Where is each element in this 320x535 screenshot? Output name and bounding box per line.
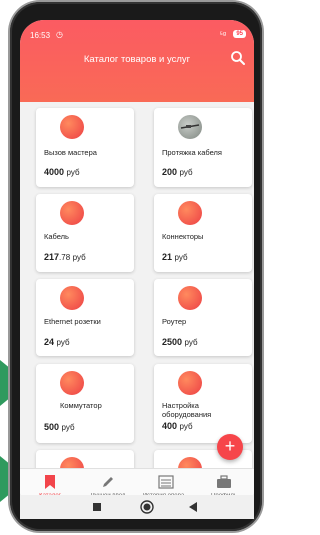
- item-price: 400 руб: [162, 421, 193, 431]
- item-icon: [60, 201, 84, 225]
- item-name: Вызов мастера: [44, 148, 97, 157]
- item-name: Настройка оборудования: [162, 401, 212, 419]
- item-icon: [178, 286, 202, 310]
- item-price: 2500 руб: [162, 337, 198, 347]
- item-icon: [60, 371, 84, 395]
- item-name: Кабель: [44, 232, 69, 241]
- item-icon: [60, 286, 84, 310]
- add-button[interactable]: +: [217, 434, 243, 460]
- signal-icon: ⁵ᵍ: [219, 30, 226, 39]
- app-bar: 16:53 ◷ ⁵ᵍ 95 Каталог товаров и услуг: [20, 20, 254, 102]
- bookmark-icon: [45, 475, 55, 489]
- item-icon: [178, 371, 202, 395]
- page-title: Каталог товаров и услуг: [83, 54, 191, 65]
- square-icon[interactable]: [93, 503, 101, 511]
- item-name: Коммутатор: [60, 401, 102, 410]
- status-time: 16:53: [30, 31, 51, 40]
- item-name: Роутер: [162, 317, 187, 326]
- alarm-icon: ◷: [56, 30, 63, 39]
- item-name: Коннекторы: [162, 232, 204, 241]
- pencil-icon: [103, 477, 113, 487]
- item-price: 21 руб: [162, 252, 188, 262]
- catalog-card[interactable]: Коннекторы 21 руб: [154, 194, 252, 272]
- status-bar: 16:53 ◷ ⁵ᵍ 95: [30, 29, 248, 43]
- cable-photo-icon: [178, 115, 202, 139]
- item-price: 217.78 руб: [44, 252, 86, 262]
- back-icon[interactable]: [189, 502, 197, 512]
- item-icon: [60, 115, 84, 139]
- item-price: 24 руб: [44, 337, 70, 347]
- catalog-card[interactable]: Роутер 2500 руб: [154, 279, 252, 356]
- catalog-card[interactable]: Ethernet розетки 24 руб: [36, 279, 134, 356]
- catalog-card[interactable]: Настройка оборудования 400 руб: [154, 364, 252, 443]
- catalog-card[interactable]: Вызов мастера 4000 руб: [36, 108, 134, 187]
- catalog-card[interactable]: Протяжка кабеля 200 руб: [154, 108, 252, 187]
- catalog-card[interactable]: Кабель 217.78 руб: [36, 194, 134, 272]
- system-nav-bar: [20, 495, 254, 519]
- briefcase-icon: [217, 475, 231, 488]
- item-name: Ethernet розетки: [44, 317, 101, 326]
- catalog-card[interactable]: Коммутатор 500 руб: [36, 364, 134, 443]
- battery-badge: 95: [233, 30, 246, 38]
- home-icon[interactable]: [140, 500, 154, 514]
- item-price: 4000 руб: [44, 167, 80, 177]
- item-price: 500 руб: [44, 422, 75, 432]
- app-screen: 16:53 ◷ ⁵ᵍ 95 Каталог товаров и услуг Вы…: [20, 20, 254, 516]
- item-price: 200 руб: [162, 167, 193, 177]
- item-icon: [178, 201, 202, 225]
- item-name: Протяжка кабеля: [162, 148, 222, 157]
- list-icon: [158, 475, 174, 489]
- search-icon[interactable]: [230, 50, 246, 66]
